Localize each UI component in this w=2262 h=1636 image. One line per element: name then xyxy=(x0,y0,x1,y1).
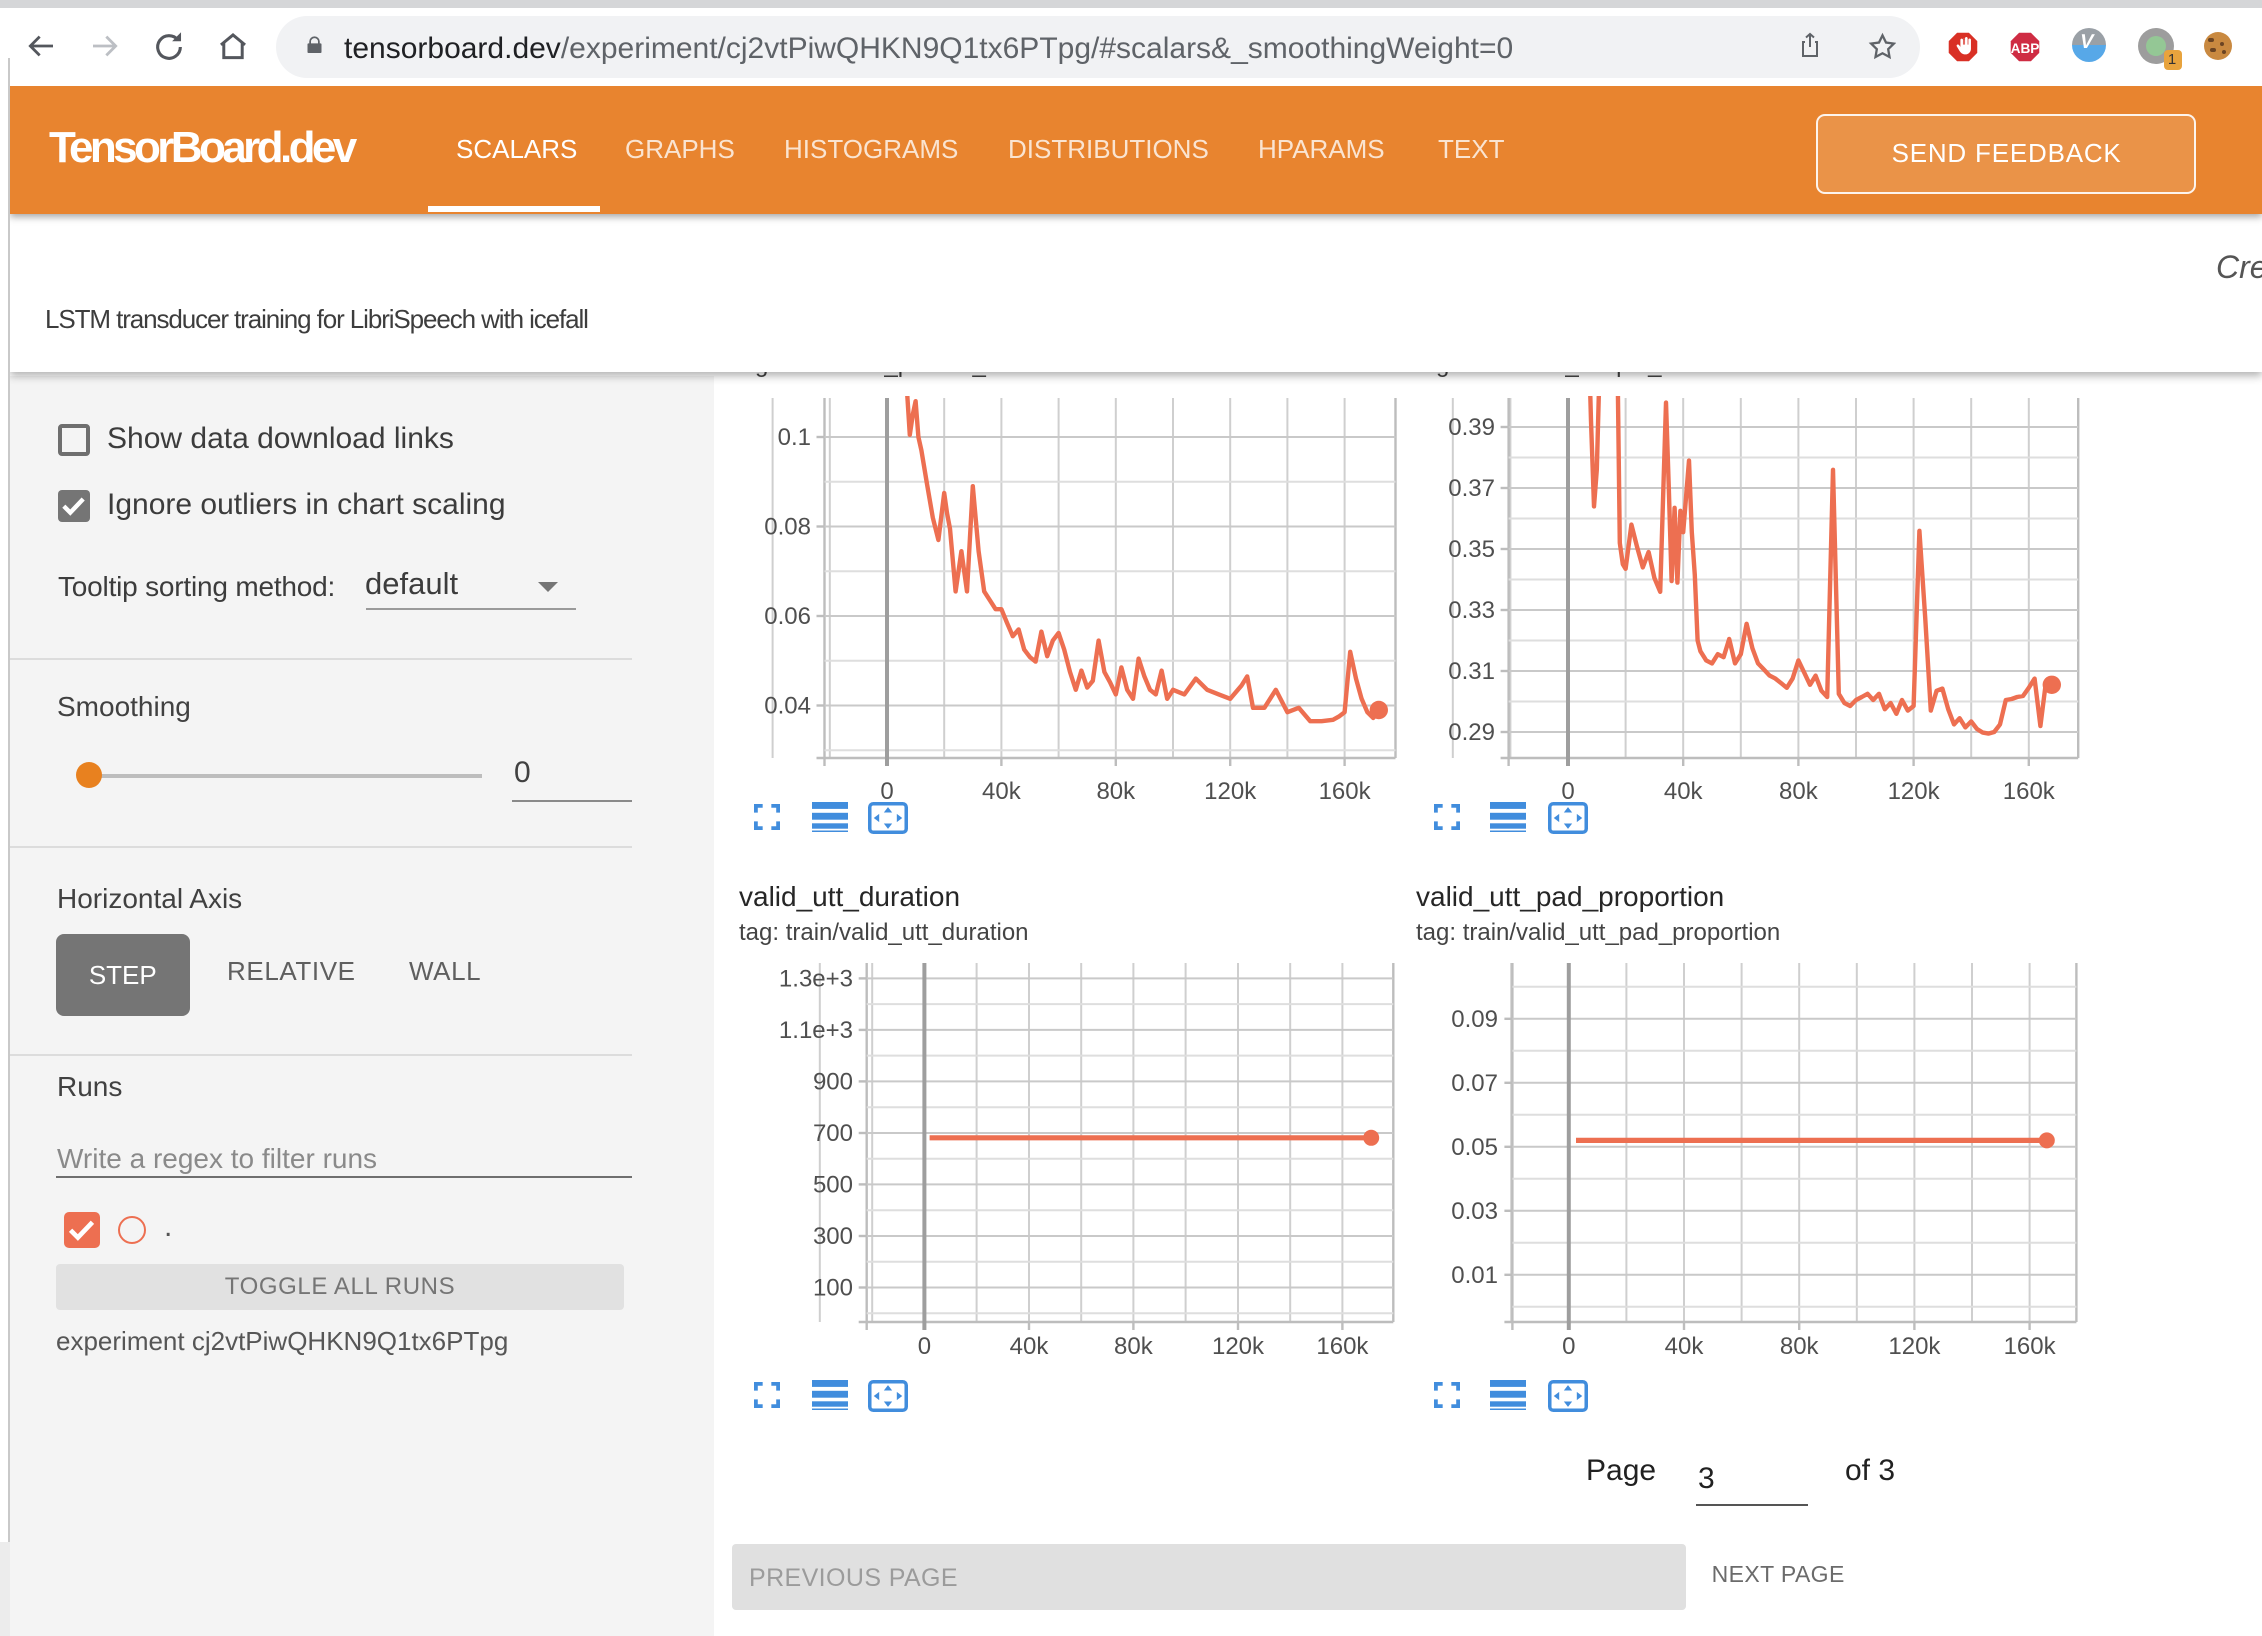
svg-text:0.05: 0.05 xyxy=(1451,1134,1498,1161)
svg-text:120k: 120k xyxy=(1888,1333,1941,1360)
svg-text:0.09: 0.09 xyxy=(1451,1006,1498,1033)
svg-text:80k: 80k xyxy=(1780,1333,1820,1360)
svg-text:0.01: 0.01 xyxy=(1451,1262,1498,1289)
svg-text:0.07: 0.07 xyxy=(1451,1070,1498,1097)
svg-text:ABP: ABP xyxy=(2011,40,2040,55)
svg-text:160k: 160k xyxy=(2004,1333,2057,1360)
svg-text:0: 0 xyxy=(1562,1333,1575,1360)
svg-text:40k: 40k xyxy=(1665,1333,1705,1360)
svg-text:0.03: 0.03 xyxy=(1451,1198,1498,1225)
